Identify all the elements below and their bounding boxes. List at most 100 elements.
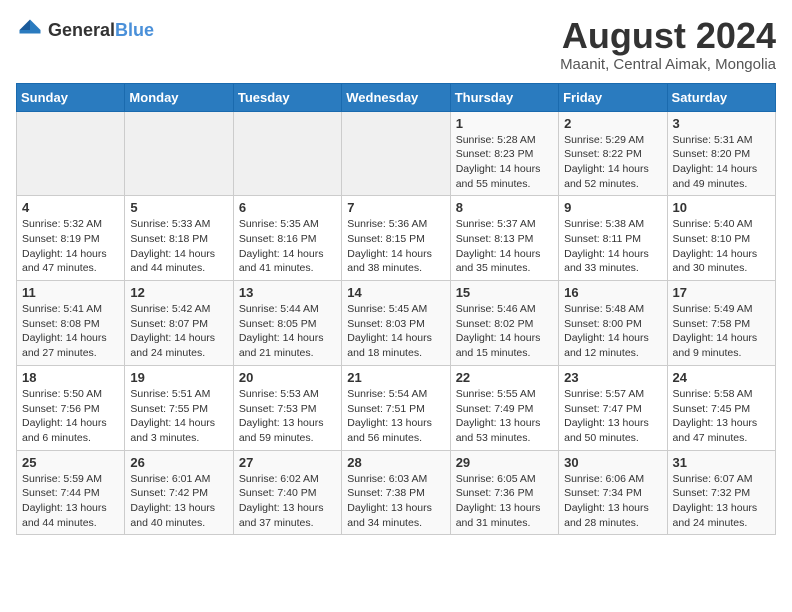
calendar-cell <box>233 111 341 196</box>
day-info: Sunrise: 5:41 AM Sunset: 8:08 PM Dayligh… <box>22 302 119 361</box>
day-info: Sunrise: 5:37 AM Sunset: 8:13 PM Dayligh… <box>456 217 553 276</box>
day-info: Sunrise: 5:45 AM Sunset: 8:03 PM Dayligh… <box>347 302 444 361</box>
day-number: 17 <box>673 285 770 300</box>
day-number: 22 <box>456 370 553 385</box>
calendar-cell: 7Sunrise: 5:36 AM Sunset: 8:15 PM Daylig… <box>342 196 450 281</box>
calendar-cell: 31 Sunrise: 6:07 AM Sunset: 7:32 PM Dayli… <box>667 450 775 535</box>
day-number: 1 <box>456 116 553 131</box>
header-wednesday: Wednesday <box>342 83 450 111</box>
day-number: 29 <box>456 455 553 470</box>
day-info: Sunrise: 5:50 AM Sunset: 7:56 PM Dayligh… <box>22 387 119 446</box>
header-monday: Monday <box>125 83 233 111</box>
calendar-cell: 23 Sunrise: 5:57 AM Sunset: 7:47 PM Dayli… <box>559 365 667 450</box>
day-number: 15 <box>456 285 553 300</box>
day-info: Sunrise: 6:05 AM Sunset: 7:36 PM Dayligh… <box>456 472 553 531</box>
calendar-cell: 25 Sunrise: 5:59 AM Sunset: 7:44 PM Dayli… <box>17 450 125 535</box>
calendar-cell: 11 Sunrise: 5:41 AM Sunset: 8:08 PM Dayli… <box>17 281 125 366</box>
calendar-cell: 22 Sunrise: 5:55 AM Sunset: 7:49 PM Dayli… <box>450 365 558 450</box>
day-info: Sunrise: 5:48 AM Sunset: 8:00 PM Dayligh… <box>564 302 661 361</box>
day-number: 2 <box>564 116 661 131</box>
calendar-cell: 20 Sunrise: 5:53 AM Sunset: 7:53 PM Dayli… <box>233 365 341 450</box>
calendar-cell: 29 Sunrise: 6:05 AM Sunset: 7:36 PM Dayli… <box>450 450 558 535</box>
calendar-cell: 9 Sunrise: 5:38 AM Sunset: 8:11 PM Daylig… <box>559 196 667 281</box>
day-info: Sunrise: 6:03 AM Sunset: 7:38 PM Dayligh… <box>347 472 444 531</box>
calendar-cell: 2 Sunrise: 5:29 AM Sunset: 8:22 PM Daylig… <box>559 111 667 196</box>
day-number: 27 <box>239 455 336 470</box>
calendar-cell <box>125 111 233 196</box>
day-info: Sunrise: 5:42 AM Sunset: 8:07 PM Dayligh… <box>130 302 227 361</box>
day-number: 28 <box>347 455 444 470</box>
calendar-week-2: 4 Sunrise: 5:32 AM Sunset: 8:19 PM Daylig… <box>17 196 776 281</box>
calendar-cell: 27 Sunrise: 6:02 AM Sunset: 7:40 PM Dayli… <box>233 450 341 535</box>
month-year: August 2024 <box>560 16 776 56</box>
calendar-cell: 4 Sunrise: 5:32 AM Sunset: 8:19 PM Daylig… <box>17 196 125 281</box>
calendar-cell: 3 Sunrise: 5:31 AM Sunset: 8:20 PM Daylig… <box>667 111 775 196</box>
location: Maanit, Central Aimak, Mongolia <box>560 56 776 73</box>
day-number: 4 <box>22 200 119 215</box>
calendar-cell: 24Sunrise: 5:58 AM Sunset: 7:45 PM Dayli… <box>667 365 775 450</box>
day-number: 6 <box>239 200 336 215</box>
calendar: Sunday Monday Tuesday Wednesday Thursday… <box>16 83 776 536</box>
day-info: Sunrise: 5:55 AM Sunset: 7:49 PM Dayligh… <box>456 387 553 446</box>
day-number: 26 <box>130 455 227 470</box>
day-number: 14 <box>347 285 444 300</box>
day-info: Sunrise: 5:53 AM Sunset: 7:53 PM Dayligh… <box>239 387 336 446</box>
title-area: August 2024 Maanit, Central Aimak, Mongo… <box>560 16 776 73</box>
calendar-cell <box>342 111 450 196</box>
calendar-cell: 21Sunrise: 5:54 AM Sunset: 7:51 PM Dayli… <box>342 365 450 450</box>
logo: GeneralBlue <box>16 16 154 44</box>
day-info: Sunrise: 5:49 AM Sunset: 7:58 PM Dayligh… <box>673 302 770 361</box>
day-number: 16 <box>564 285 661 300</box>
calendar-cell: 13 Sunrise: 5:44 AM Sunset: 8:05 PM Dayli… <box>233 281 341 366</box>
calendar-week-4: 18 Sunrise: 5:50 AM Sunset: 7:56 PM Dayli… <box>17 365 776 450</box>
day-info: Sunrise: 5:51 AM Sunset: 7:55 PM Dayligh… <box>130 387 227 446</box>
calendar-week-1: 1Sunrise: 5:28 AM Sunset: 8:23 PM Daylig… <box>17 111 776 196</box>
header-sunday: Sunday <box>17 83 125 111</box>
day-info: Sunrise: 5:38 AM Sunset: 8:11 PM Dayligh… <box>564 217 661 276</box>
logo-text: GeneralBlue <box>48 20 154 41</box>
logo-general: General <box>48 20 115 40</box>
day-info: Sunrise: 5:35 AM Sunset: 8:16 PM Dayligh… <box>239 217 336 276</box>
day-info: Sunrise: 5:36 AM Sunset: 8:15 PM Dayligh… <box>347 217 444 276</box>
day-info: Sunrise: 5:46 AM Sunset: 8:02 PM Dayligh… <box>456 302 553 361</box>
day-number: 10 <box>673 200 770 215</box>
day-info: Sunrise: 5:40 AM Sunset: 8:10 PM Dayligh… <box>673 217 770 276</box>
calendar-week-5: 25 Sunrise: 5:59 AM Sunset: 7:44 PM Dayli… <box>17 450 776 535</box>
day-number: 13 <box>239 285 336 300</box>
day-number: 3 <box>673 116 770 131</box>
day-number: 20 <box>239 370 336 385</box>
calendar-cell: 17 Sunrise: 5:49 AM Sunset: 7:58 PM Dayli… <box>667 281 775 366</box>
day-info: Sunrise: 5:29 AM Sunset: 8:22 PM Dayligh… <box>564 133 661 192</box>
calendar-cell: 26Sunrise: 6:01 AM Sunset: 7:42 PM Dayli… <box>125 450 233 535</box>
logo-blue: Blue <box>115 20 154 40</box>
calendar-cell: 1Sunrise: 5:28 AM Sunset: 8:23 PM Daylig… <box>450 111 558 196</box>
day-number: 9 <box>564 200 661 215</box>
day-number: 25 <box>22 455 119 470</box>
day-number: 19 <box>130 370 227 385</box>
day-number: 5 <box>130 200 227 215</box>
day-info: Sunrise: 5:32 AM Sunset: 8:19 PM Dayligh… <box>22 217 119 276</box>
calendar-cell: 5Sunrise: 5:33 AM Sunset: 8:18 PM Daylig… <box>125 196 233 281</box>
day-info: Sunrise: 5:44 AM Sunset: 8:05 PM Dayligh… <box>239 302 336 361</box>
day-info: Sunrise: 6:07 AM Sunset: 7:32 PM Dayligh… <box>673 472 770 531</box>
header-tuesday: Tuesday <box>233 83 341 111</box>
calendar-cell: 18 Sunrise: 5:50 AM Sunset: 7:56 PM Dayli… <box>17 365 125 450</box>
day-info: Sunrise: 6:06 AM Sunset: 7:34 PM Dayligh… <box>564 472 661 531</box>
header-saturday: Saturday <box>667 83 775 111</box>
day-number: 23 <box>564 370 661 385</box>
calendar-cell: 15 Sunrise: 5:46 AM Sunset: 8:02 PM Dayli… <box>450 281 558 366</box>
day-number: 31 <box>673 455 770 470</box>
day-number: 11 <box>22 285 119 300</box>
day-info: Sunrise: 5:58 AM Sunset: 7:45 PM Dayligh… <box>673 387 770 446</box>
day-info: Sunrise: 6:02 AM Sunset: 7:40 PM Dayligh… <box>239 472 336 531</box>
calendar-cell: 8Sunrise: 5:37 AM Sunset: 8:13 PM Daylig… <box>450 196 558 281</box>
calendar-cell: 12Sunrise: 5:42 AM Sunset: 8:07 PM Dayli… <box>125 281 233 366</box>
calendar-week-3: 11 Sunrise: 5:41 AM Sunset: 8:08 PM Dayli… <box>17 281 776 366</box>
day-info: Sunrise: 5:31 AM Sunset: 8:20 PM Dayligh… <box>673 133 770 192</box>
day-info: Sunrise: 5:59 AM Sunset: 7:44 PM Dayligh… <box>22 472 119 531</box>
header-thursday: Thursday <box>450 83 558 111</box>
day-info: Sunrise: 5:57 AM Sunset: 7:47 PM Dayligh… <box>564 387 661 446</box>
calendar-cell: 30Sunrise: 6:06 AM Sunset: 7:34 PM Dayli… <box>559 450 667 535</box>
calendar-header-row: Sunday Monday Tuesday Wednesday Thursday… <box>17 83 776 111</box>
day-number: 18 <box>22 370 119 385</box>
